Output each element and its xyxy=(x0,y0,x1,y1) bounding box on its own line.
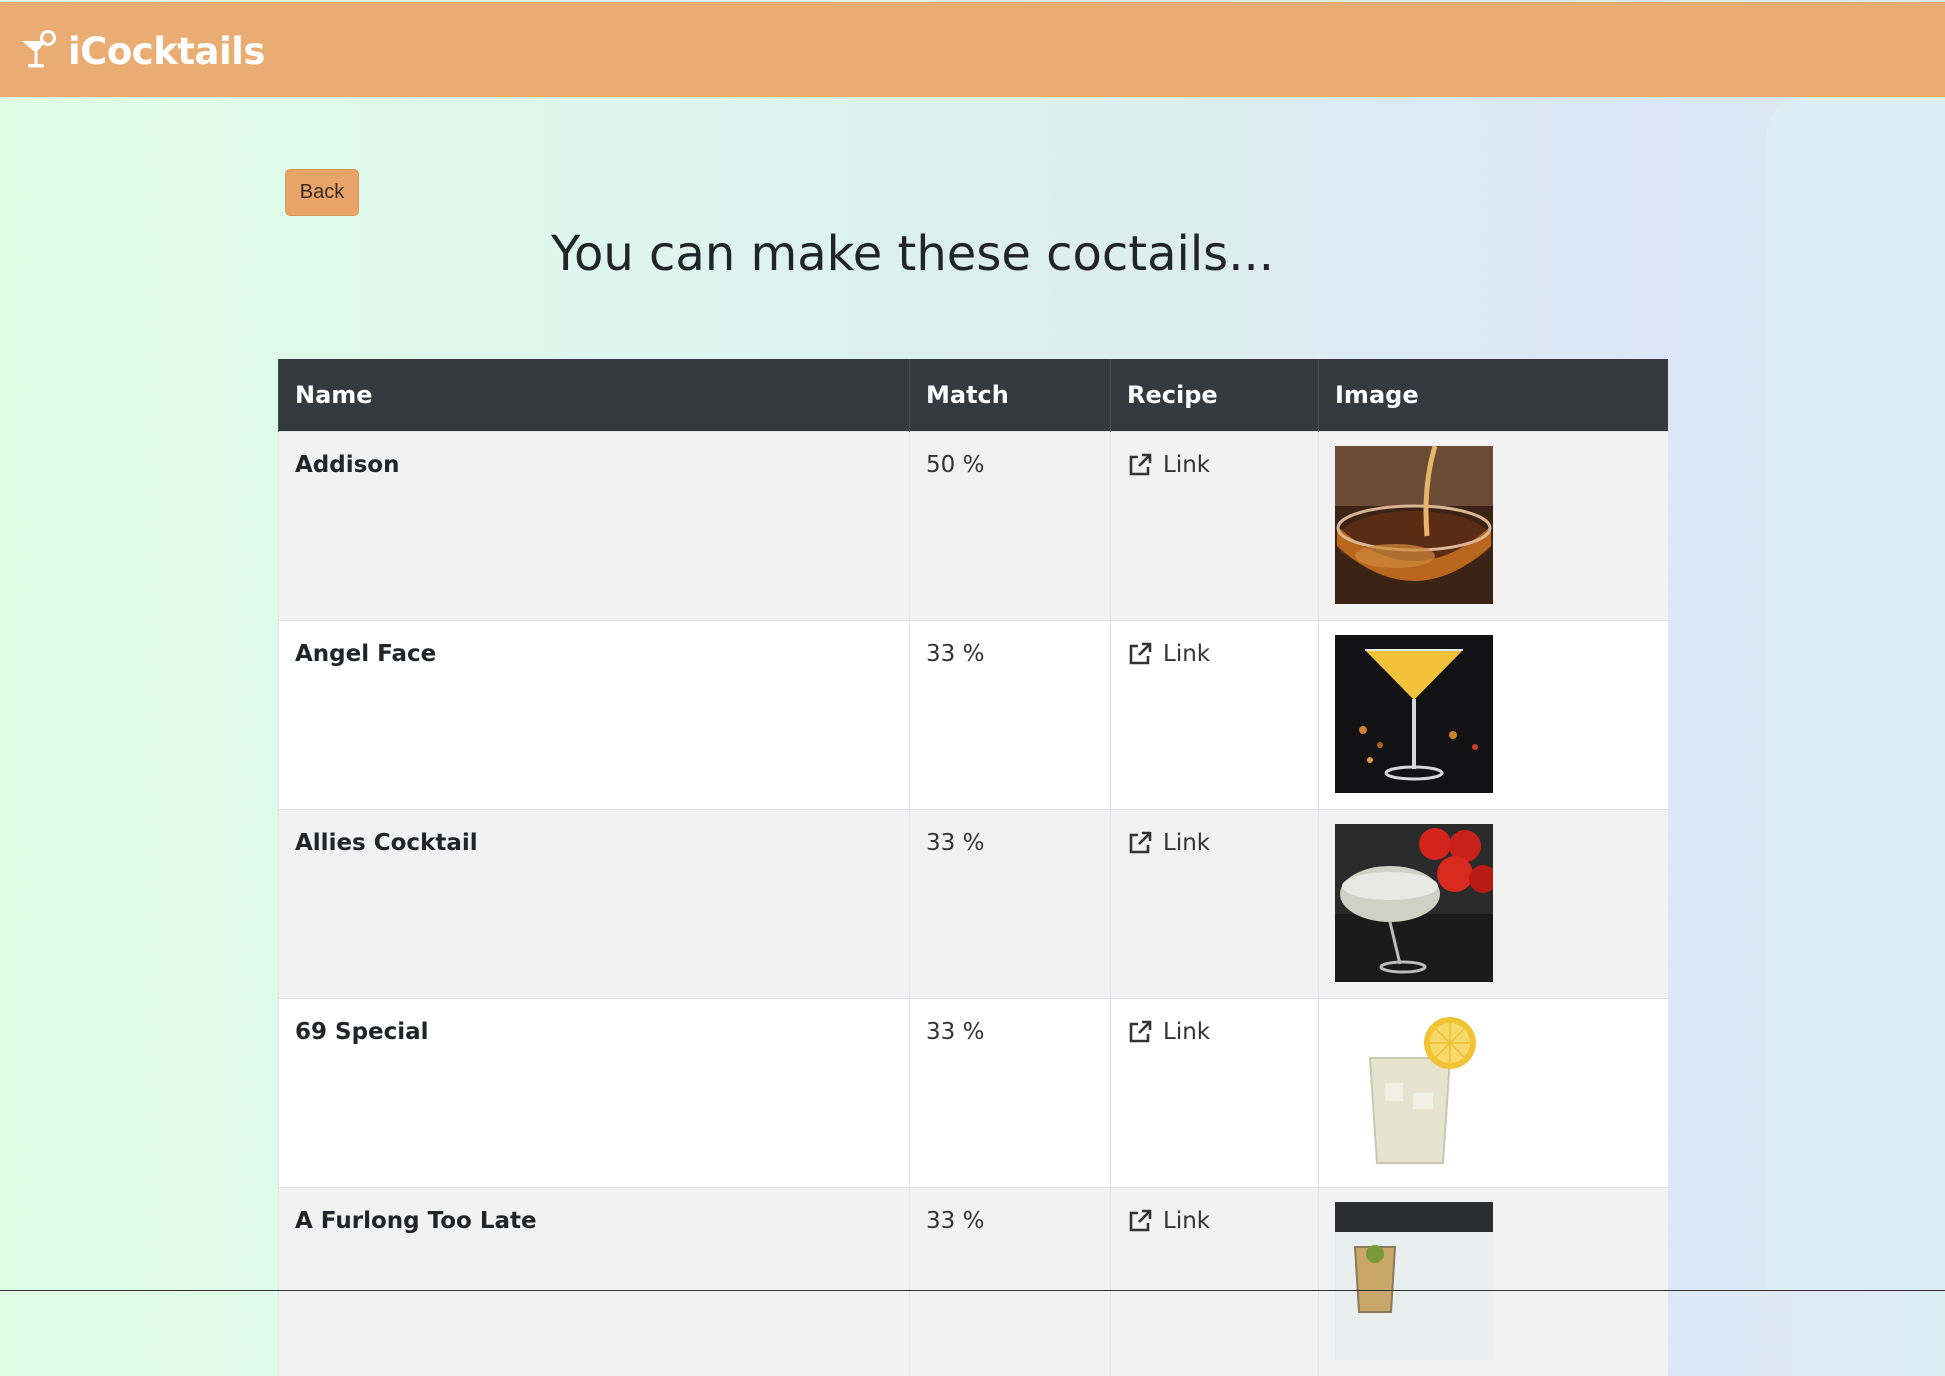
rocks-glass-image xyxy=(1335,1201,1493,1360)
results-table-wrap: Name Match Recipe Image Addison 50 % Lin… xyxy=(278,359,1668,1376)
match-percent: 33 % xyxy=(909,808,1111,998)
column-header-recipe: Recipe xyxy=(1110,359,1319,431)
recipe-cell: Link xyxy=(1110,619,1319,809)
recipe-link[interactable]: Link xyxy=(1127,641,1210,667)
cocktail-name: Addison xyxy=(278,430,910,620)
cocktail-name: A Furlong Too Late xyxy=(278,1186,910,1376)
recipe-cell: Link xyxy=(1110,1186,1319,1376)
table-row: 69 Special 33 % Link xyxy=(278,997,1668,1187)
match-percent: 50 % xyxy=(909,430,1111,620)
image-cell xyxy=(1318,997,1668,1187)
right-panel xyxy=(1766,97,1945,1291)
external-link-icon xyxy=(1129,453,1152,475)
recipe-cell: Link xyxy=(1110,430,1319,620)
image-cell xyxy=(1318,1186,1668,1376)
image-cell xyxy=(1318,619,1668,809)
external-link-icon xyxy=(1129,1020,1152,1042)
recipe-link-label: Link xyxy=(1163,451,1211,478)
amber-pour-image xyxy=(1335,445,1493,604)
cocktail-glass-icon xyxy=(22,30,56,68)
yellow-martini-image xyxy=(1335,634,1493,793)
match-percent: 33 % xyxy=(909,619,1111,809)
cocktail-table: Name Match Recipe Image Addison 50 % Lin… xyxy=(278,359,1668,1376)
recipe-link[interactable]: Link xyxy=(1127,1019,1210,1045)
recipe-cell: Link xyxy=(1110,997,1319,1187)
back-button[interactable]: Back xyxy=(285,169,359,216)
table-row: Allies Cocktail 33 % Link xyxy=(278,808,1668,998)
recipe-link[interactable]: Link xyxy=(1127,452,1210,478)
recipe-link-label: Link xyxy=(1163,1018,1211,1045)
recipe-cell: Link xyxy=(1110,808,1319,998)
recipe-link[interactable]: Link xyxy=(1127,830,1210,856)
column-header-image: Image xyxy=(1318,359,1668,431)
lemon-tumbler-image xyxy=(1335,1012,1493,1171)
external-link-icon xyxy=(1129,831,1152,853)
table-header-row: Name Match Recipe Image xyxy=(278,359,1668,431)
coupe-tomatoes-image xyxy=(1335,823,1493,982)
column-header-match: Match xyxy=(909,359,1111,431)
table-row: Angel Face 33 % Link xyxy=(278,619,1668,809)
recipe-link[interactable]: Link xyxy=(1127,1208,1210,1234)
page-title: You can make these coctails... xyxy=(551,226,1274,282)
navbar: iCocktails xyxy=(0,2,1945,97)
cocktail-name: Allies Cocktail xyxy=(278,808,910,998)
external-link-icon xyxy=(1129,642,1152,664)
brand-link[interactable]: iCocktails xyxy=(18,26,265,76)
cocktail-name: Angel Face xyxy=(278,619,910,809)
match-percent: 33 % xyxy=(909,1186,1111,1376)
cocktail-name: 69 Special xyxy=(278,997,910,1187)
recipe-link-label: Link xyxy=(1163,640,1211,667)
column-header-name: Name xyxy=(278,359,910,431)
table-row: A Furlong Too Late 33 % Link xyxy=(278,1186,1668,1376)
match-percent: 33 % xyxy=(909,997,1111,1187)
recipe-link-label: Link xyxy=(1163,829,1211,856)
image-cell xyxy=(1318,808,1668,998)
external-link-icon xyxy=(1129,1209,1152,1231)
table-row: Addison 50 % Link xyxy=(278,430,1668,620)
image-cell xyxy=(1318,430,1668,620)
recipe-link-label: Link xyxy=(1163,1207,1211,1234)
brand-name: iCocktails xyxy=(68,29,265,73)
